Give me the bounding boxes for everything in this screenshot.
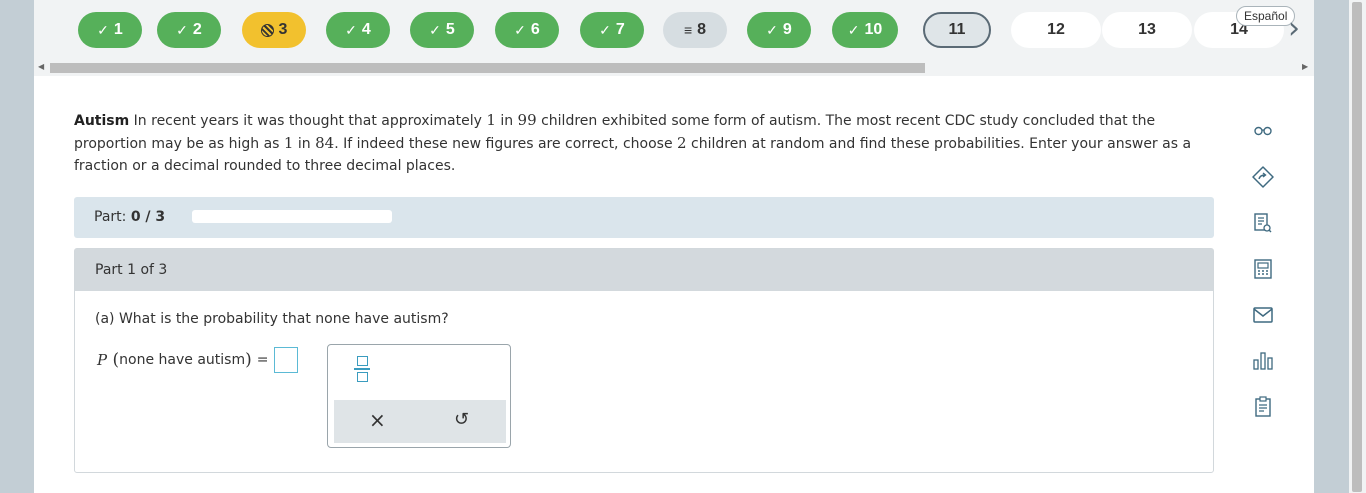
question-number: 9 xyxy=(782,21,792,38)
progress-track xyxy=(192,210,392,223)
check-icon: ✓ xyxy=(766,21,778,38)
question-7-button[interactable]: ✓ 7 xyxy=(580,12,644,48)
keypad-actions: × ↺ xyxy=(334,400,506,443)
fraction-icon[interactable] xyxy=(354,356,370,382)
in-progress-icon: ≡ xyxy=(683,22,693,38)
datasheet-icon[interactable] xyxy=(1248,392,1278,422)
question-topic: Autism xyxy=(74,113,130,129)
scroll-right-icon[interactable]: ▶ xyxy=(1302,62,1308,71)
question-number: 6 xyxy=(530,21,540,38)
check-icon: ✓ xyxy=(514,21,526,38)
question-5-button[interactable]: ✓ 5 xyxy=(410,12,474,48)
question-11-button[interactable]: 11 xyxy=(923,12,991,48)
question-10-button[interactable]: ✓ 10 xyxy=(832,12,898,48)
question-number: 5 xyxy=(445,21,455,38)
question-number: 2 xyxy=(192,21,202,38)
part-prompt: (a) What is the probability that none ha… xyxy=(95,311,449,327)
question-number: 12 xyxy=(1047,21,1065,38)
vertical-scrollbar-thumb[interactable] xyxy=(1352,2,1362,492)
part-progress-label: Part: 0 / 3 xyxy=(94,209,166,225)
espanol-toggle[interactable]: Español xyxy=(1236,6,1296,26)
check-icon: ✓ xyxy=(429,21,441,38)
chevron-right-icon[interactable]: › xyxy=(1288,14,1300,44)
worksheet-icon[interactable] xyxy=(1248,208,1278,238)
question-number: 8 xyxy=(697,21,707,38)
question-13-button[interactable]: 13 xyxy=(1102,12,1192,48)
math-keypad: × ↺ xyxy=(327,344,511,448)
question-number: 11 xyxy=(948,21,966,38)
part-progress-value: 0 / 3 xyxy=(130,209,166,225)
question-number: 3 xyxy=(278,21,288,38)
answer-equation: P ( none have autism ) = xyxy=(97,347,299,373)
question-number: 10 xyxy=(864,21,883,38)
vertical-scrollbar[interactable] xyxy=(1349,0,1366,493)
scrollbar-thumb[interactable] xyxy=(50,63,925,73)
answer-input[interactable] xyxy=(274,347,299,373)
chart-icon[interactable] xyxy=(1248,346,1278,376)
question-number: 7 xyxy=(615,21,625,38)
question-2-button[interactable]: ✓ 2 xyxy=(157,12,221,48)
question-number: 1 xyxy=(113,21,123,38)
question-number: 4 xyxy=(361,21,371,38)
question-navigation: ✓ 1 ✓ 2 3 ✓ 4 ✓ 5 ✓ 6 ✓ 7 ≡ 8 ✓ 9 ✓ 10 11 12 13 14 Español › xyxy=(34,0,1314,60)
check-icon: ✓ xyxy=(847,21,860,38)
question-1-button[interactable]: ✓ 1 xyxy=(78,12,142,48)
question-number: 13 xyxy=(1138,21,1156,38)
check-icon: ✓ xyxy=(599,21,611,38)
check-icon: ✓ xyxy=(176,21,188,38)
check-icon: ✓ xyxy=(345,21,357,38)
scroll-left-icon[interactable]: ◀ xyxy=(38,62,44,71)
question-3-button[interactable]: 3 xyxy=(242,12,306,48)
part-header: Part 1 of 3 xyxy=(75,249,1213,291)
answer-help-icon[interactable] xyxy=(1248,162,1278,192)
part-card: Part 1 of 3 (a) What is the probability … xyxy=(74,248,1214,473)
main-frame: ✓ 1 ✓ 2 3 ✓ 4 ✓ 5 ✓ 6 ✓ 7 ≡ 8 ✓ 9 ✓ 10 11 12 13 14 Español › ◀… xyxy=(34,0,1314,493)
question-8-button[interactable]: ≡ 8 xyxy=(663,12,727,48)
check-icon: ✓ xyxy=(97,21,109,38)
partial-progress-icon xyxy=(260,23,274,37)
question-9-button[interactable]: ✓ 9 xyxy=(747,12,811,48)
glasses-icon[interactable] xyxy=(1248,116,1278,146)
part-progress-bar: Part: 0 / 3 xyxy=(74,197,1214,238)
question-6-button[interactable]: ✓ 6 xyxy=(495,12,559,48)
message-icon[interactable] xyxy=(1248,300,1278,330)
question-4-button[interactable]: ✓ 4 xyxy=(326,12,390,48)
question-12-button[interactable]: 12 xyxy=(1011,12,1101,48)
calculator-icon[interactable] xyxy=(1248,254,1278,284)
horizontal-scrollbar[interactable]: ◀ ▶ xyxy=(34,60,1314,76)
equation-text: none have autism xyxy=(119,352,246,368)
question-text: Autism In recent years it was thought th… xyxy=(74,111,1192,174)
clear-button[interactable]: × xyxy=(369,408,386,432)
undo-button[interactable]: ↺ xyxy=(454,409,469,430)
